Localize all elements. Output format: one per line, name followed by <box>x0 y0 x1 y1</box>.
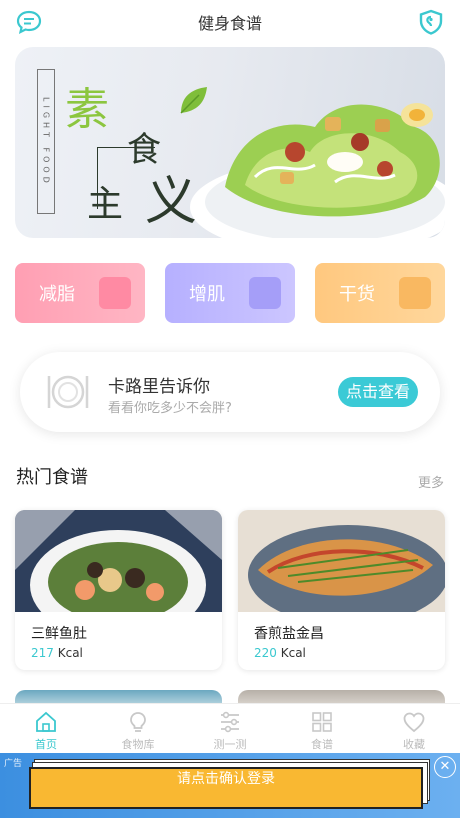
app-screen: 健身食谱 LIGHT FOOD 素 食 主 义 减脂 增肌 干货 卡路里告诉你 … <box>0 0 460 818</box>
tab-label: 首页 <box>35 738 57 751</box>
view-button[interactable]: 点击查看 <box>337 377 418 407</box>
tab-label: 收藏 <box>403 738 425 751</box>
calorie-card[interactable]: 卡路里告诉你 看看你吃多少不会胖? 点击查看 <box>20 352 440 432</box>
calorie-subtitle: 看看你吃多少不会胖? <box>108 401 232 416</box>
category-muscle-gain[interactable]: 增肌 <box>165 263 295 323</box>
close-icon[interactable]: ✕ <box>434 756 456 778</box>
recipe-card[interactable]: 三鲜鱼肚 217 Kcal <box>15 510 222 670</box>
recipe-image <box>238 510 445 625</box>
kcal-unit: Kcal <box>280 646 306 660</box>
banner-char-3: 主 <box>87 184 124 225</box>
sliders-icon <box>221 711 239 733</box>
tab-recipes[interactable]: 食谱 <box>276 704 368 753</box>
confirm-login-button[interactable]: 请点击确认登录 <box>29 767 423 809</box>
promo-banner[interactable]: LIGHT FOOD 素 食 主 义 <box>15 47 445 238</box>
category-label: 增肌 <box>189 284 225 305</box>
tab-label: 测一测 <box>213 738 247 751</box>
tab-food-library[interactable]: 食物库 <box>92 704 184 753</box>
salad-image <box>190 103 445 238</box>
banner-tagline: LIGHT FOOD <box>37 69 55 214</box>
section-title: 热门食谱 <box>16 467 88 488</box>
category-tips[interactable]: 干货 <box>315 263 445 323</box>
category-label: 减脂 <box>39 284 75 305</box>
kcal-value: 217 <box>31 646 54 660</box>
banner-char-1: 素 <box>65 84 109 135</box>
recipe-image <box>15 510 222 640</box>
kcal-unit: Kcal <box>57 646 83 660</box>
chat-icon[interactable] <box>16 10 42 34</box>
category-label: 干货 <box>339 284 375 305</box>
recipe-name: 三鲜鱼肚 <box>31 626 87 642</box>
tab-home[interactable]: 首页 <box>0 704 92 753</box>
home-icon <box>36 711 56 732</box>
top-bar: 健身食谱 <box>0 0 460 44</box>
bottom-tab-bar: 首页 食物库 测一测 食谱 收藏 <box>0 703 460 753</box>
calorie-title: 卡路里告诉你 <box>108 377 210 397</box>
heart-icon <box>403 712 425 733</box>
ad-banner[interactable]: 广告 请点击确认登录 ✕ <box>0 753 460 818</box>
recipe-card[interactable]: 香煎盐金昌 220 Kcal <box>238 510 445 670</box>
tab-test[interactable]: 测一测 <box>184 704 276 753</box>
grid-icon <box>312 712 332 732</box>
recipe-kcal: 220 Kcal <box>254 646 306 660</box>
category-fat-loss[interactable]: 减脂 <box>15 263 145 323</box>
tab-label: 食谱 <box>311 738 333 751</box>
shield-icon[interactable] <box>418 9 444 35</box>
page-title: 健身食谱 <box>197 14 262 33</box>
recipe-kcal: 217 Kcal <box>31 646 83 660</box>
kcal-value: 220 <box>254 646 277 660</box>
tab-label: 食物库 <box>121 738 155 751</box>
recipe-name: 香煎盐金昌 <box>254 626 324 642</box>
ad-tag: 广告 <box>4 759 23 769</box>
plate-icon <box>47 375 89 409</box>
dumbbell-icon <box>249 277 281 309</box>
scale-icon <box>99 277 131 309</box>
more-link[interactable]: 更多 <box>418 472 444 491</box>
tab-favorites[interactable]: 收藏 <box>368 704 460 753</box>
document-icon <box>399 277 431 309</box>
lightbulb-icon <box>130 712 146 732</box>
